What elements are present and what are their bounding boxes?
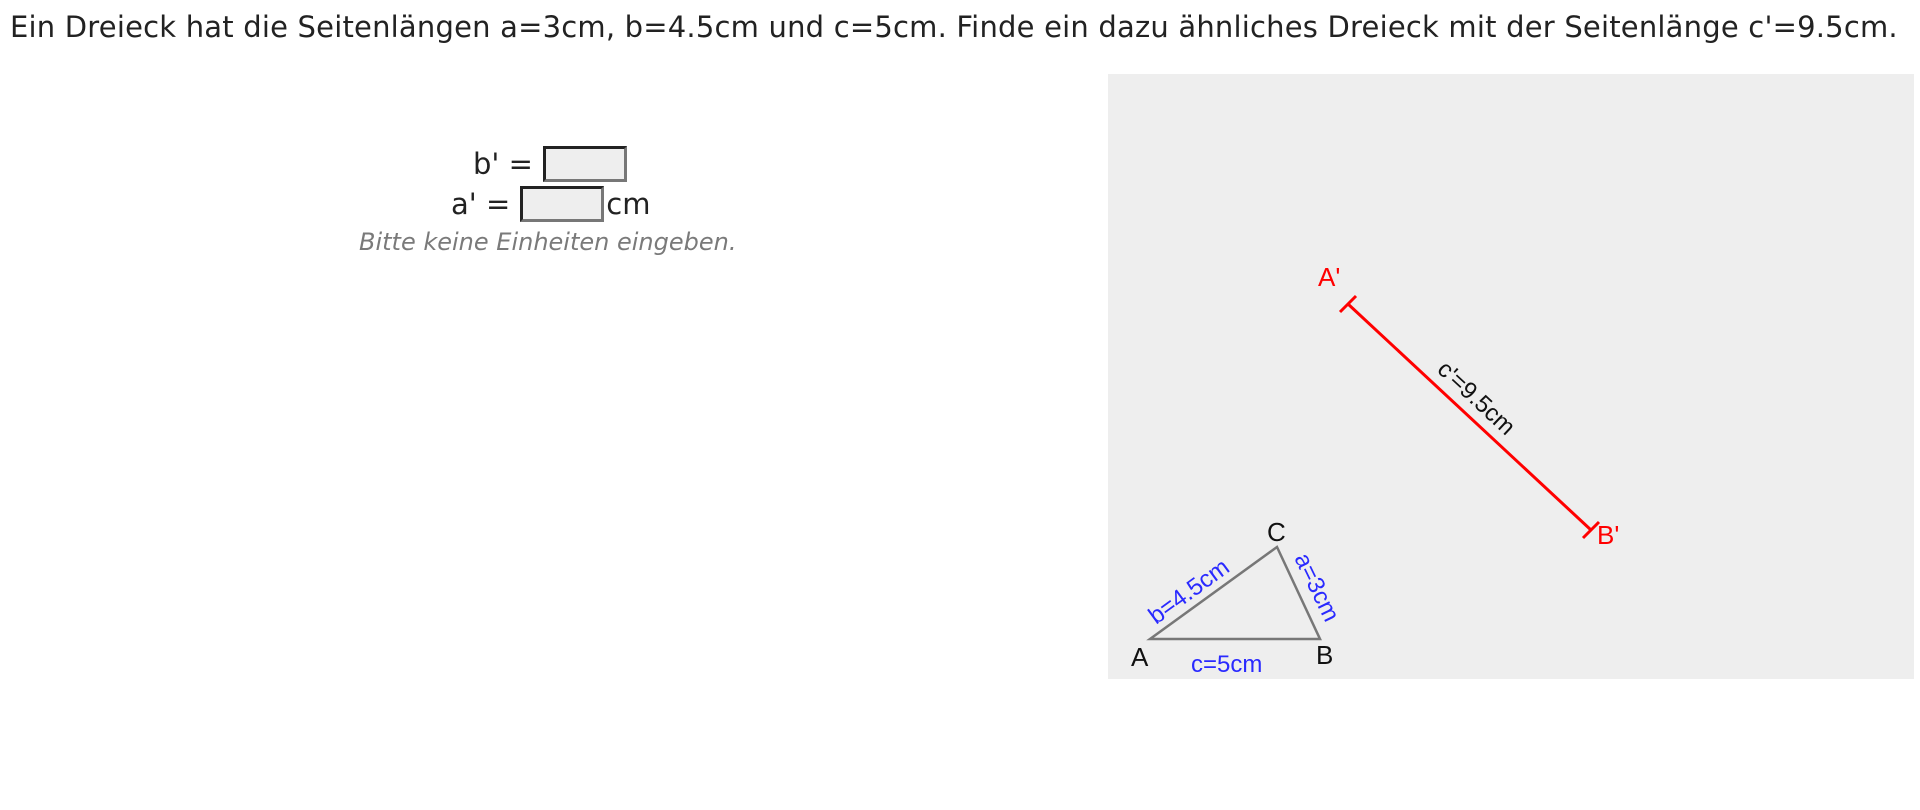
vertex-c-label: C xyxy=(1267,517,1286,547)
b-prime-input[interactable] xyxy=(542,146,627,182)
vertex-a-label: A xyxy=(1131,642,1149,672)
a-prime-input[interactable] xyxy=(520,186,605,222)
segment-c-prime xyxy=(1346,302,1593,532)
hint-text: Bitte keine Einheiten eingeben. xyxy=(359,228,737,256)
answer-row-a-prime: a' = cm xyxy=(451,186,650,222)
vertex-b-label: B xyxy=(1316,640,1333,670)
side-c-label: c=5cm xyxy=(1191,651,1262,678)
segment-c-prime-label: c'=9.5cm xyxy=(1432,356,1521,441)
side-b-label: b=4.5cm xyxy=(1144,554,1235,630)
point-b-prime-label: B' xyxy=(1597,520,1619,550)
a-prime-label: a' = xyxy=(451,187,511,221)
answer-row-b-prime: b' = xyxy=(473,146,629,182)
a-prime-unit: cm xyxy=(606,187,651,221)
question-text: Ein Dreieck hat die Seitenlängen a=3cm, … xyxy=(10,10,1898,44)
point-a-prime-label: A' xyxy=(1318,262,1340,292)
b-prime-label: b' = xyxy=(473,147,533,181)
geometry-canvas: A B C c=5cm b=4.5cm a=3cm A' B' c'=9.5cm xyxy=(1131,262,1619,678)
geometry-figure: A B C c=5cm b=4.5cm a=3cm A' B' c'=9.5cm xyxy=(1108,74,1914,679)
